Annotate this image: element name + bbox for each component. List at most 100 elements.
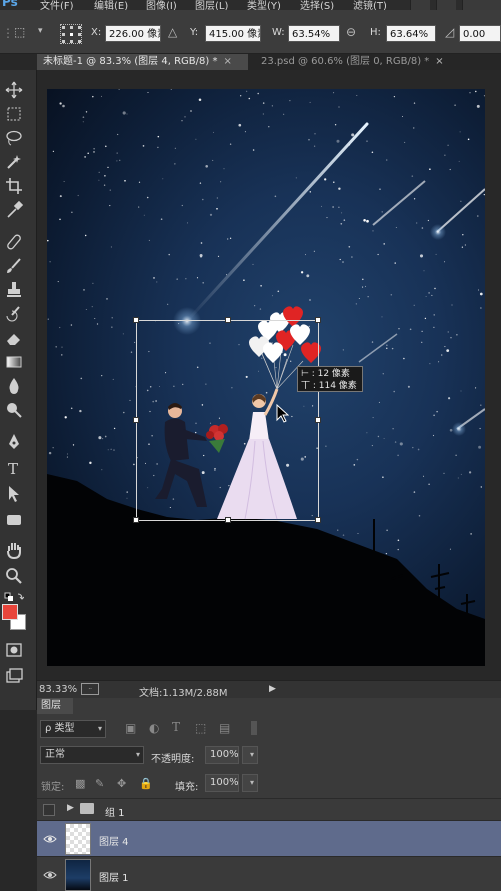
tab-close-icon[interactable]: × <box>435 56 443 67</box>
menu-filter[interactable]: 滤镜(T) <box>353 0 387 10</box>
tab-untitled-1[interactable]: 未标题-1 @ 83.3% (图层 4, RGB/8) * × <box>37 54 248 70</box>
transform-handle-left[interactable] <box>133 417 139 423</box>
close-window-button[interactable] <box>462 0 501 10</box>
star <box>419 254 424 258</box>
angle-field[interactable]: 0.00 <box>459 25 501 42</box>
layer-row-group-1[interactable]: ▶ 组 1 <box>37 798 501 820</box>
star <box>103 184 106 186</box>
visibility-toggle-empty[interactable] <box>43 804 55 816</box>
default-colors-icon[interactable] <box>4 588 26 601</box>
lasso-tool-icon[interactable] <box>4 128 26 148</box>
star <box>468 471 472 474</box>
foreground-color-swatch[interactable] <box>2 604 18 620</box>
star <box>371 151 374 154</box>
path-selection-tool-icon[interactable] <box>4 484 26 504</box>
free-transform-box[interactable] <box>133 317 321 523</box>
type-tool-icon[interactable]: T <box>4 458 26 478</box>
menu-type[interactable]: 类型(Y) <box>247 0 281 10</box>
status-menu-arrow-icon[interactable]: ▶ <box>269 684 276 694</box>
menu-file[interactable]: 文件(F) <box>40 0 74 10</box>
star <box>326 217 328 219</box>
y-position-field[interactable]: 415.00 像素 <box>205 25 261 42</box>
blend-mode-dropdown[interactable]: 正常 ▾ <box>40 746 144 764</box>
lock-transparent-icon[interactable]: ▩ <box>75 777 85 790</box>
eraser-tool-icon[interactable] <box>4 328 26 348</box>
maximize-button[interactable] <box>436 0 456 10</box>
pen-tool-icon[interactable] <box>4 432 26 452</box>
star <box>199 182 202 184</box>
transform-handle-top-right[interactable] <box>315 317 321 323</box>
link-icon[interactable]: ⊖ <box>346 25 356 39</box>
transform-handle-top-left[interactable] <box>133 317 139 323</box>
zoom-tool-icon[interactable] <box>4 566 26 586</box>
expand-arrow-icon[interactable]: ▶ <box>67 803 74 813</box>
lock-all-icon[interactable]: 🔒 <box>139 777 153 790</box>
layer-filter-dropdown[interactable]: ρ 类型 ▾ <box>40 720 106 738</box>
crop-tool-icon[interactable] <box>4 176 26 196</box>
menu-select[interactable]: 选择(S) <box>300 0 334 10</box>
reference-point-grid-icon[interactable] <box>60 24 82 44</box>
filter-toggle[interactable] <box>251 721 257 735</box>
status-info-icon[interactable]: ᐧᐧ <box>81 683 99 695</box>
dodge-tool-icon[interactable] <box>4 400 26 420</box>
star <box>257 92 259 95</box>
height-field[interactable]: 63.64% <box>386 25 436 42</box>
fill-field[interactable]: 100% <box>205 774 239 792</box>
opacity-slider-button[interactable]: ▾ <box>242 746 258 764</box>
lock-paint-icon[interactable]: ✎ <box>95 777 104 790</box>
gradient-tool-icon[interactable] <box>4 352 26 372</box>
transform-handle-bottom-right[interactable] <box>315 517 321 523</box>
opacity-field[interactable]: 100% <box>205 746 239 764</box>
brush-tool-icon[interactable] <box>4 256 26 276</box>
layer-row-layer-4[interactable]: 图层 4 <box>37 820 501 856</box>
star <box>238 123 242 127</box>
adjustment-filter-icon[interactable]: ◐ <box>149 721 159 735</box>
star <box>333 92 335 94</box>
tab-close-icon[interactable]: × <box>223 56 231 67</box>
marquee-tool-icon[interactable] <box>4 104 26 124</box>
menu-edit[interactable]: 编辑(E) <box>94 0 128 10</box>
zoom-level[interactable]: 83.33% <box>39 684 77 695</box>
screen-mode-icon[interactable] <box>4 666 26 686</box>
fill-slider-button[interactable]: ▾ <box>242 774 258 792</box>
delta-icon[interactable]: △ <box>168 25 177 39</box>
eye-icon[interactable] <box>43 834 57 844</box>
layer-row-layer-1[interactable]: 图层 1 <box>37 856 501 891</box>
h-label: H: <box>370 27 381 38</box>
layer-name: 图层 4 <box>99 837 129 848</box>
star <box>403 357 405 360</box>
eye-icon[interactable] <box>43 870 57 880</box>
transform-handle-top[interactable] <box>225 317 231 323</box>
healing-brush-tool-icon[interactable] <box>4 232 26 252</box>
move-tool-icon[interactable] <box>4 80 26 100</box>
pixel-filter-icon[interactable]: ▣ <box>125 721 136 735</box>
reference-point-toggle-icon[interactable]: ⬚ <box>14 25 25 39</box>
lock-position-icon[interactable]: ✥ <box>117 777 126 790</box>
quick-selection-tool-icon[interactable] <box>4 152 26 172</box>
layers-panel-tab[interactable]: 图层 <box>37 698 73 714</box>
star <box>185 278 187 280</box>
hand-tool-icon[interactable] <box>4 540 26 560</box>
x-position-field[interactable]: 226.00 像素 <box>105 25 161 42</box>
blur-tool-icon[interactable] <box>4 376 26 396</box>
quick-mask-icon[interactable] <box>4 640 26 660</box>
type-filter-icon[interactable]: T <box>172 720 180 734</box>
star <box>407 385 410 388</box>
smart-object-filter-icon[interactable]: ▤ <box>219 721 230 735</box>
width-field[interactable]: 63.54% <box>288 25 340 42</box>
eyedropper-tool-icon[interactable] <box>4 200 26 220</box>
star <box>283 113 285 115</box>
tab-23-psd[interactable]: 23.psd @ 60.6% (图层 0, RGB/8) * × <box>255 54 445 70</box>
transform-handle-bottom[interactable] <box>225 517 231 523</box>
transform-handle-bottom-left[interactable] <box>133 517 139 523</box>
transform-handle-right[interactable] <box>315 417 321 423</box>
history-brush-tool-icon[interactable] <box>4 304 26 324</box>
rectangle-tool-icon[interactable] <box>4 510 26 530</box>
menu-layer[interactable]: 图层(L) <box>195 0 228 10</box>
chevron-down-icon[interactable]: ▾ <box>38 26 43 36</box>
clone-stamp-tool-icon[interactable] <box>4 280 26 300</box>
menu-image[interactable]: 图像(I) <box>146 0 177 10</box>
minimize-button[interactable] <box>410 0 430 10</box>
layers-panel: 图层 ρ 类型 ▾ ▣ ◐ T ⬚ ▤ 正常 ▾ 不透明度: 100% ▾ 锁定: … <box>37 698 501 891</box>
shape-filter-icon[interactable]: ⬚ <box>195 721 206 735</box>
